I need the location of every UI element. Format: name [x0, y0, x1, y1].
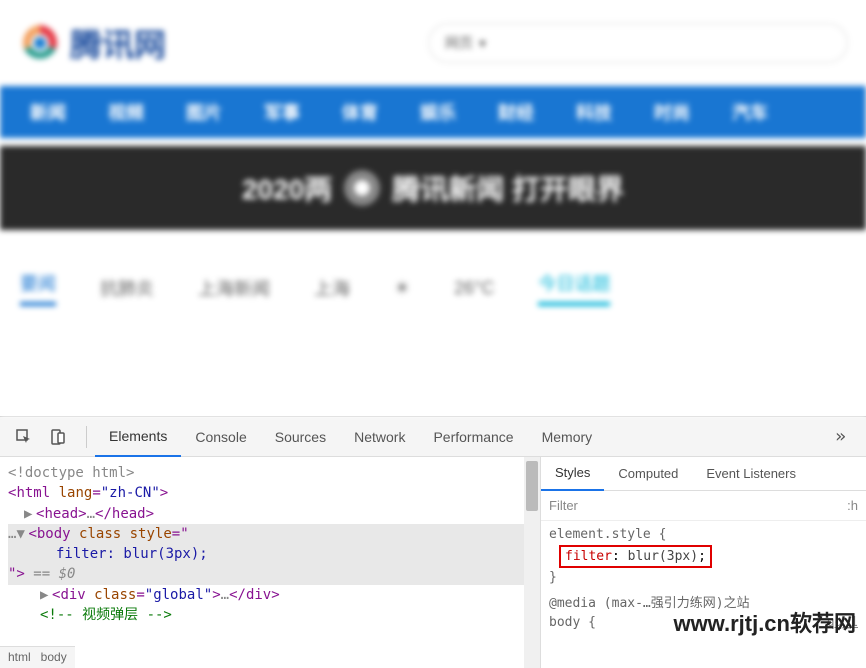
styles-rules[interactable]: element.style { filter: blur(3px); } @me… — [541, 521, 866, 637]
styles-tabs: Styles Computed Event Listeners — [541, 457, 866, 491]
device-toggle-icon[interactable] — [44, 423, 72, 451]
head-line: ▶<head>…</head> — [8, 504, 532, 524]
rule-close: } — [549, 568, 858, 588]
styles-panel: Styles Computed Event Listeners Filter :… — [540, 457, 866, 668]
nav-item[interactable]: 财经 — [478, 99, 554, 125]
banner-text-right: 腾讯新闻 打开眼界 — [392, 168, 624, 208]
body-style-value: filter: blur(3px); — [8, 544, 532, 564]
body-close-attr: "> == $0 — [8, 564, 532, 584]
highlighted-rule: filter: blur(3px); — [559, 545, 712, 569]
search-category: 网页 — [445, 33, 473, 53]
devtools-body: <!doctype html> <html lang="zh-CN"> ▶<he… — [0, 457, 866, 668]
nav-item[interactable]: 科技 — [556, 99, 632, 125]
promo-banner[interactable]: 2020两 腾讯新闻 打开眼界 — [0, 146, 866, 230]
breadcrumb-item[interactable]: body — [41, 649, 67, 666]
elements-breadcrumb[interactable]: html body — [0, 646, 75, 668]
nav-item[interactable]: 时尚 — [634, 99, 710, 125]
tencent-logo-icon — [18, 21, 62, 65]
nav-item[interactable]: 汽车 — [712, 99, 788, 125]
tab-network[interactable]: Network — [340, 417, 419, 457]
main-nav: 新闻 视频 图片 军事 体育 娱乐 财经 科技 时尚 汽车 — [0, 86, 866, 138]
styles-filter-row: Filter :h — [541, 491, 866, 521]
nav-item[interactable]: 图片 — [166, 99, 242, 125]
sub-tab[interactable]: 抗肺炎 — [100, 275, 154, 301]
search-box[interactable]: 网页 ▾ — [428, 23, 848, 63]
logo-text: 腾讯网 — [70, 20, 166, 66]
breadcrumb-item[interactable]: html — [8, 649, 31, 666]
banner-logo-icon — [344, 170, 380, 206]
elements-tree[interactable]: <!doctype html> <html lang="zh-CN"> ▶<he… — [0, 457, 540, 668]
source-link[interactable]: qq_1 — [827, 613, 858, 633]
styles-tab-eventlisteners[interactable]: Event Listeners — [692, 457, 810, 491]
html-open-line: <html lang="zh-CN"> — [8, 483, 532, 503]
devtools-panel: Elements Console Sources Network Perform… — [0, 416, 866, 668]
body-rule-row: body { qq_1 — [549, 613, 858, 633]
inspect-element-icon[interactable] — [10, 423, 38, 451]
site-logo[interactable]: 腾讯网 — [18, 20, 166, 66]
blurred-webpage: 腾讯网 网页 ▾ 新闻 视频 图片 军事 体育 娱乐 财经 科技 时尚 汽车 2… — [0, 0, 866, 416]
tab-performance[interactable]: Performance — [419, 417, 527, 457]
devtools-toolbar: Elements Console Sources Network Perform… — [0, 417, 866, 457]
sub-tab[interactable]: 要闻 — [20, 270, 56, 306]
nav-item[interactable]: 视频 — [88, 99, 164, 125]
styles-filter-input[interactable]: Filter — [549, 498, 578, 513]
chevron-down-icon: ▾ — [479, 35, 486, 52]
tabs-overflow-icon[interactable]: » — [815, 426, 866, 447]
styles-tab-styles[interactable]: Styles — [541, 457, 604, 491]
nav-item[interactable]: 娱乐 — [400, 99, 476, 125]
comment-line: <!-- 视频弹层 --> — [8, 605, 532, 625]
nav-item[interactable]: 体育 — [322, 99, 398, 125]
weather-temp: 26°C — [454, 278, 494, 299]
site-header: 腾讯网 网页 ▾ — [0, 0, 866, 86]
styles-tab-computed[interactable]: Computed — [604, 457, 692, 491]
sub-tabs: 要闻 抗肺炎 上海新闻 上海 ☀ 26°C 今日话题 — [0, 230, 866, 316]
hover-toggle[interactable]: :h — [847, 498, 858, 513]
sub-tab[interactable]: 今日话题 — [538, 270, 610, 306]
nav-item[interactable]: 新闻 — [10, 99, 86, 125]
weather-icon: ☀ — [394, 278, 410, 299]
tab-sources[interactable]: Sources — [261, 417, 340, 457]
toolbar-separator — [86, 426, 87, 448]
sub-tab[interactable]: 上海新闻 — [198, 275, 270, 301]
body-open-line[interactable]: …▼<body class style=" — [8, 524, 532, 544]
tab-console[interactable]: Console — [181, 417, 260, 457]
media-rule: @media (max-…强引力练网)之站 — [549, 594, 858, 614]
nav-item[interactable]: 军事 — [244, 99, 320, 125]
rule-selector: element.style { — [549, 525, 858, 545]
weather-city: 上海 — [314, 275, 350, 301]
elements-scrollbar[interactable] — [524, 457, 540, 668]
tab-memory[interactable]: Memory — [528, 417, 607, 457]
div-global-line: ▶<div class="global">…</div> — [8, 585, 532, 605]
scrollbar-thumb[interactable] — [526, 461, 538, 511]
banner-text-left: 2020两 — [242, 168, 332, 208]
doctype-line: <!doctype html> — [8, 463, 532, 483]
tab-elements[interactable]: Elements — [95, 417, 181, 457]
